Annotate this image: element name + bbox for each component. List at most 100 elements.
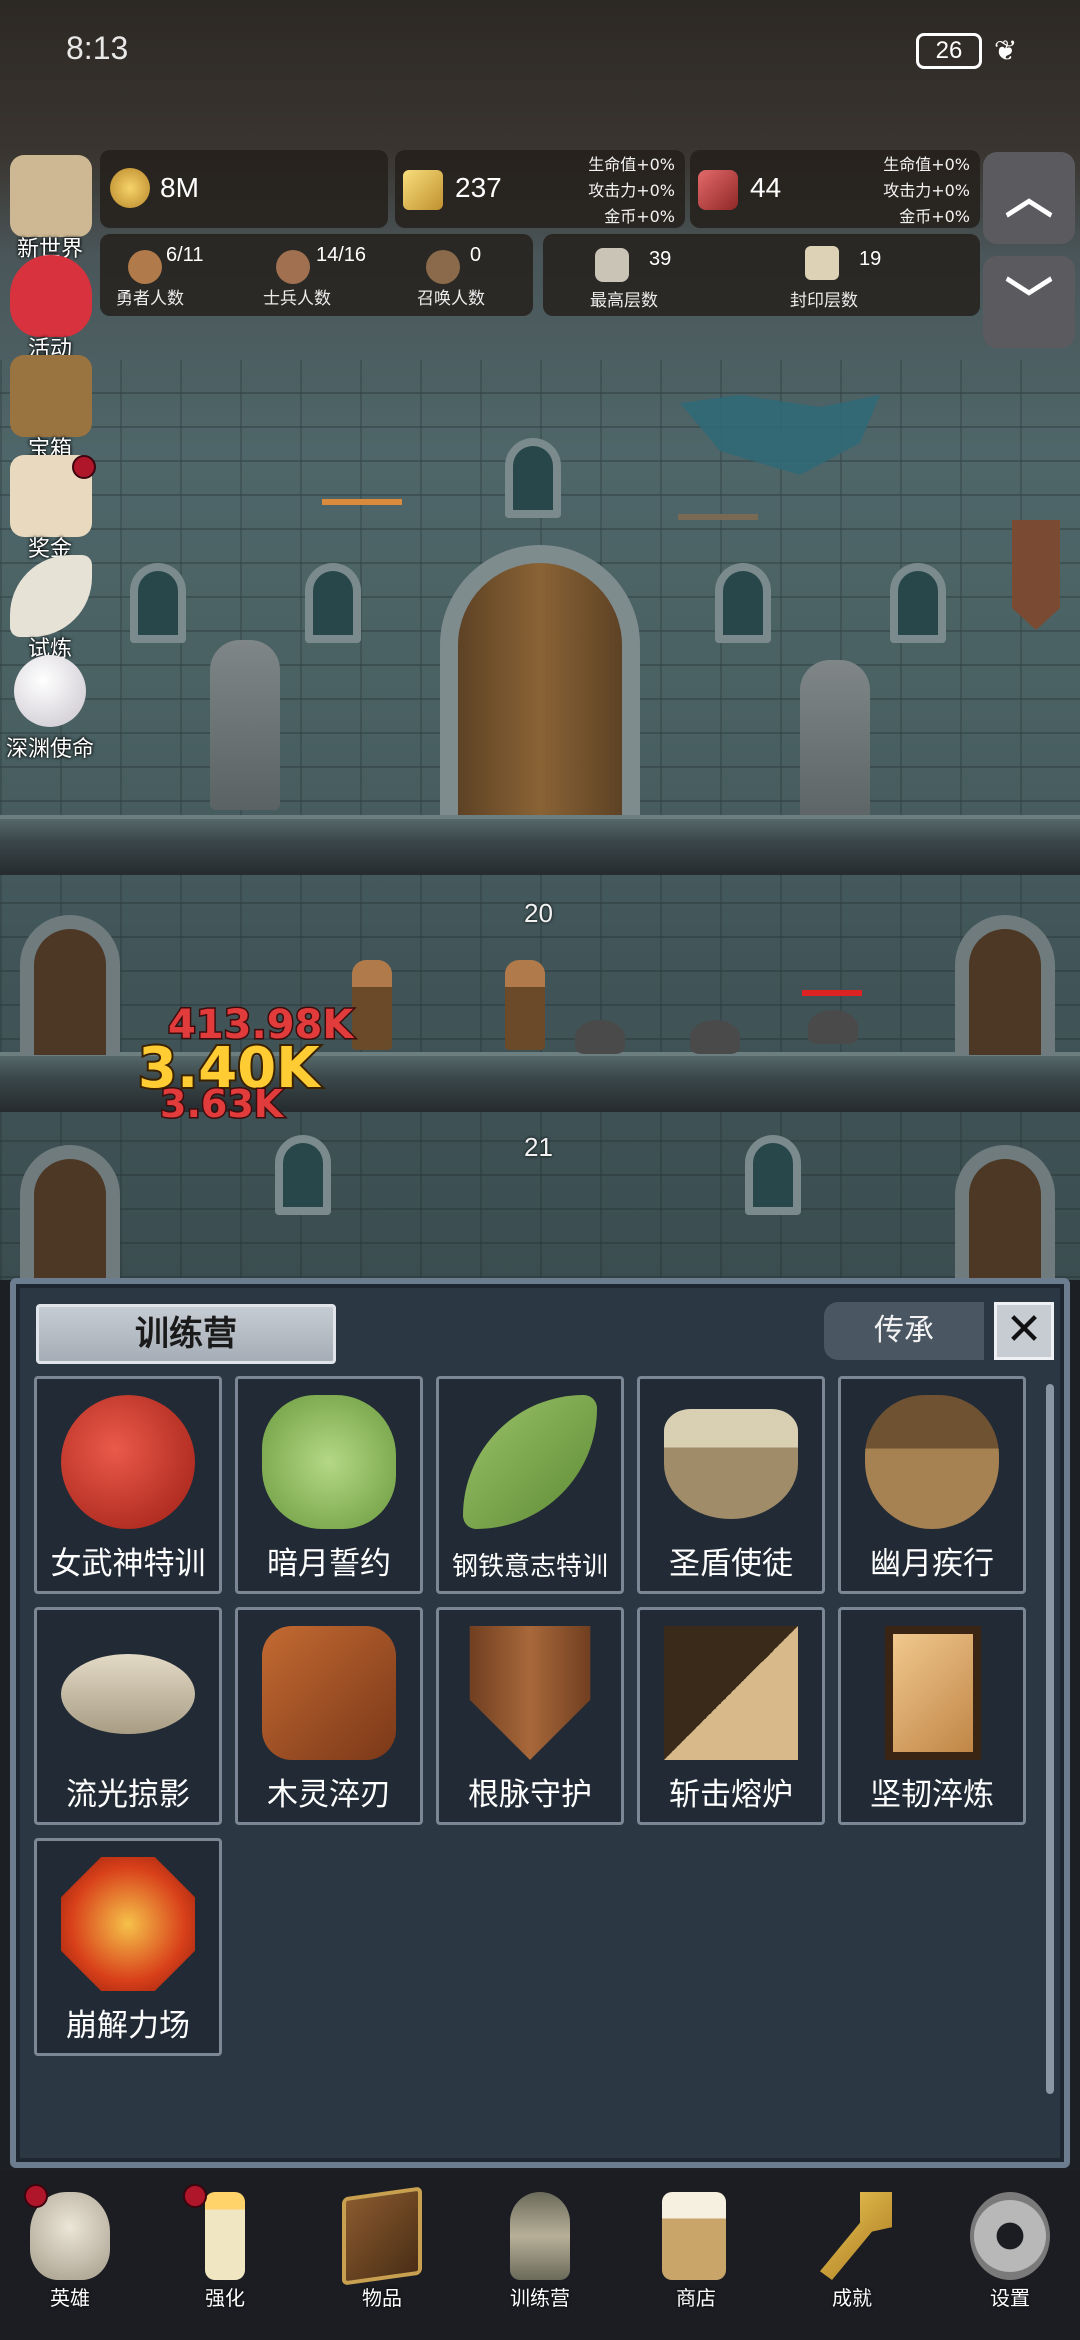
nav-label: 成就	[832, 2286, 872, 2310]
side-item-trial[interactable]: 试炼	[0, 555, 100, 662]
training-card[interactable]: 圣盾使徒	[637, 1376, 825, 1594]
status-time: 8:13	[66, 30, 129, 66]
damage-number: 3.63K	[158, 1081, 284, 1128]
gold-bar-value: 237	[455, 172, 502, 203]
nav-settings[interactable]: 设置	[940, 2180, 1080, 2330]
castle-window	[275, 1135, 331, 1215]
training-card[interactable]: 暗月誓约	[235, 1376, 423, 1594]
apple-icon	[61, 1395, 195, 1529]
training-card[interactable]: 斩击熔炉	[637, 1607, 825, 1825]
battery-indicator: 26	[916, 33, 982, 69]
scroll-up-button[interactable]: ︿	[983, 152, 1075, 244]
training-card-label: 崩解力场	[66, 2008, 190, 2044]
castle-window	[715, 563, 771, 643]
training-card[interactable]: 木灵淬刃	[235, 1607, 423, 1825]
soldier-count: 14/16	[316, 244, 367, 266]
gold-panel: 8M	[100, 150, 388, 228]
nav-training-camp[interactable]: 训练营	[470, 2180, 610, 2330]
enemy-health-bar	[802, 990, 862, 996]
gem-panel: 44 生命值+0% 攻击力+0% 金币+0%	[690, 150, 980, 228]
summon-head-icon	[426, 250, 460, 284]
side-item-abyss-mission[interactable]: 深渊使命	[0, 655, 100, 762]
gold-bar-icon	[403, 170, 443, 210]
castle-window	[130, 563, 186, 643]
soldier-head-icon	[276, 250, 310, 284]
inherit-button[interactable]: 传承	[824, 1302, 984, 1360]
dungeon-door	[955, 1145, 1055, 1280]
nav-label: 设置	[990, 2286, 1030, 2310]
book-icon	[342, 2186, 422, 2286]
close-button[interactable]: ✕	[994, 1302, 1054, 1360]
training-camp-modal: 训练营 传承 ✕ 女武神特训 暗月誓约 钢铁意志特训 圣盾使徒 幽月疾行 流光掠…	[10, 1278, 1070, 2168]
ruby-icon	[698, 170, 738, 210]
map-icon	[10, 155, 92, 237]
gear-icon	[970, 2192, 1050, 2280]
stone-icon	[595, 248, 629, 282]
nav-items[interactable]: 物品	[312, 2180, 452, 2330]
side-item-event[interactable]: 活动	[0, 255, 100, 362]
training-card[interactable]: 幽月疾行	[838, 1376, 1026, 1594]
wall-banner	[1012, 520, 1060, 630]
block-icon	[664, 1626, 798, 1760]
side-item-new-world[interactable]: 新世界	[0, 155, 100, 262]
max-floor-label: 最高层数	[590, 291, 658, 311]
castle-window	[745, 1135, 801, 1215]
floor-counts-panel: 39 最高层数 19 封印层数	[543, 234, 980, 316]
nav-label: 商店	[676, 2286, 716, 2310]
side-item-chest[interactable]: 宝箱	[0, 355, 100, 462]
nav-shop[interactable]: 商店	[626, 2180, 766, 2330]
heart-icon	[10, 255, 92, 337]
nav-enhance[interactable]: 强化	[155, 2180, 295, 2330]
castle-gate	[440, 545, 640, 815]
soldier-sprite	[505, 960, 545, 1050]
nav-label: 物品	[362, 2286, 402, 2310]
training-card-label: 木灵淬刃	[267, 1777, 391, 1813]
notification-dot	[24, 2184, 48, 2208]
gold-value: 8M	[160, 172, 199, 203]
summon-count: 0	[470, 244, 482, 266]
training-card[interactable]: 根脉守护	[436, 1607, 624, 1825]
spider-enemy	[690, 1020, 740, 1054]
cabbage-icon	[262, 1395, 396, 1529]
leaf-icon: ❦	[994, 34, 1018, 67]
log-icon	[262, 1626, 396, 1760]
training-card[interactable]: 流光掠影	[34, 1607, 222, 1825]
training-card[interactable]: 女武神特训	[34, 1376, 222, 1594]
castle-window	[305, 563, 361, 643]
castle-window	[890, 563, 946, 643]
modal-scrollbar[interactable]	[1046, 1384, 1054, 2094]
hero-head-icon	[128, 250, 162, 284]
scroll-down-button[interactable]: ﹀	[983, 256, 1075, 348]
scroll-icon	[805, 246, 839, 280]
board-icon	[885, 1626, 981, 1760]
training-card-label: 圣盾使徒	[669, 1546, 793, 1582]
training-card-label: 幽月疾行	[870, 1546, 994, 1582]
training-card-label: 斩击熔炉	[669, 1777, 793, 1813]
gem-bonuses: 生命值+0% 攻击力+0% 金币+0%	[883, 155, 970, 226]
leaf-icon	[463, 1395, 597, 1529]
training-card-label: 坚韧淬炼	[870, 1777, 994, 1813]
training-card[interactable]: 钢铁意志特训	[436, 1376, 624, 1594]
training-card[interactable]: 坚韧淬炼	[838, 1607, 1026, 1825]
unit-counts-panel: 6/11 勇者人数 14/16 士兵人数 0 召唤人数	[100, 234, 533, 316]
training-card-label: 根脉守护	[468, 1777, 592, 1813]
nav-hero[interactable]: 英雄	[0, 2180, 140, 2330]
training-card[interactable]: 崩解力场	[34, 1838, 222, 2056]
gem-value: 44	[750, 172, 782, 203]
knight-statue	[210, 640, 280, 810]
nav-achievements[interactable]: 成就	[782, 2180, 922, 2330]
nav-label: 训练营	[510, 2286, 570, 2310]
dungeon-door	[20, 915, 120, 1055]
training-card-label: 女武神特训	[50, 1546, 206, 1582]
pearl-icon	[14, 655, 86, 727]
sealed-floor-value: 19	[859, 248, 882, 270]
shield-icon	[469, 1626, 591, 1760]
floor-number: 21	[524, 1132, 553, 1162]
candle-icon	[205, 2192, 245, 2280]
sealed-floor-label: 封印层数	[790, 291, 858, 311]
lantern-icon	[510, 2192, 570, 2280]
soldier-count-label: 士兵人数	[263, 289, 331, 309]
side-item-bonus[interactable]: 奖金	[0, 455, 100, 562]
key-icon	[820, 2192, 892, 2280]
dungeon-door	[20, 1145, 120, 1280]
